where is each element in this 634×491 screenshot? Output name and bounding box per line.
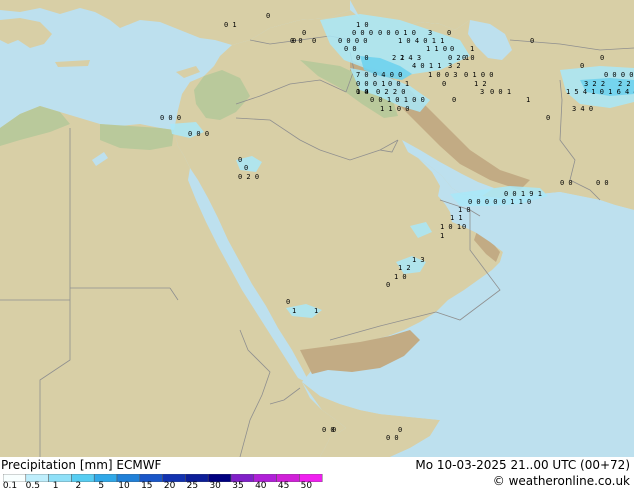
station-value: 1 0 (458, 206, 471, 214)
station-value: 1 (440, 232, 444, 240)
station-value: 0 4 (356, 88, 369, 96)
station-value: 0 (447, 29, 451, 37)
station-value: 1 2 (474, 80, 487, 88)
station-value: 2 2 (618, 80, 631, 88)
station-value: 1 1 (450, 214, 463, 222)
station-value: 7 0 0 4 0 0 (356, 71, 402, 79)
station-value: 0 (442, 80, 446, 88)
station-value: 1 2 (398, 264, 411, 272)
station-value: 0 0 (596, 179, 609, 187)
station-value: 0 0 0 (352, 29, 373, 37)
station-value: 0 (244, 164, 248, 172)
station-value: 0 0 (462, 54, 475, 62)
credit-link[interactable]: © weatheronline.co.uk (493, 474, 630, 488)
station-value: 3 (428, 29, 432, 37)
station-value: 0 0 (356, 54, 369, 62)
station-value: 3 2 (448, 62, 461, 70)
station-value: 1 0 1 (440, 223, 461, 231)
station-value: 0 (332, 426, 336, 434)
station-value: 0 (530, 37, 534, 45)
station-value: 0 0 1 (490, 88, 511, 96)
footer-bar: Precipitation [mm] ECMWF Mo 10-03-2025 2… (0, 457, 634, 491)
station-value: 0 (312, 37, 316, 45)
station-value: 1 1 0 (426, 45, 447, 53)
station-value: 0 0 0 1 (356, 80, 386, 88)
station-value: 0 2 0 (238, 173, 259, 181)
station-value: 0 (452, 96, 456, 104)
station-value: 0 (238, 156, 242, 164)
station-value: 0 (286, 298, 290, 306)
station-value: 0 2 2 0 (376, 88, 406, 96)
station-value: 1 (526, 96, 530, 104)
station-value: 1 (470, 45, 474, 53)
station-value: 0 (386, 281, 390, 289)
precipitation-map[interactable]: 0 101 00 0 00 0 0 1 0300 000 0 0 01 0 4 … (0, 0, 634, 457)
station-value: 1 0 (394, 273, 407, 281)
station-value: 0 (450, 45, 454, 53)
station-value: 1 0 (356, 21, 369, 29)
station-value: 1 0 0 3 (428, 71, 458, 79)
station-value: 3 4 0 (572, 105, 593, 113)
station-value: 0 0 (386, 434, 399, 442)
station-value: 1 0 4 0 1 1 (398, 37, 444, 45)
station-value: 0 (302, 29, 306, 37)
station-value: 0 (398, 426, 402, 434)
map-title: Precipitation [mm] ECMWF (1, 458, 162, 472)
station-value: 1 3 (412, 256, 425, 264)
station-value: 0 (292, 37, 296, 45)
station-value: 1 (292, 307, 296, 315)
station-value: 0 (266, 12, 270, 20)
valid-time: Mo 10-03-2025 21..00 UTC (00+72) (415, 458, 630, 472)
station-value: 0 0 1 (388, 80, 409, 88)
station-value: 1 (314, 307, 318, 315)
station-value: 0 0 (344, 45, 357, 53)
station-value: 1 5 4 1 0 1 6 4 4 8 2 (566, 88, 634, 96)
station-value: 2 4 3 (400, 54, 421, 62)
station-value: 0 (462, 223, 466, 231)
station-value: 3 2 2 (584, 80, 605, 88)
station-value: 0 0 0 (188, 130, 209, 138)
station-value: 0 0 (560, 179, 573, 187)
station-value: 0 0 0 0 0 1 1 0 (468, 198, 531, 206)
station-value: 0 0 1 0 1 0 0 (370, 96, 425, 104)
station-value: 0 0 0 0 1 (604, 71, 634, 79)
station-value: 0 0 0 1 0 (378, 29, 416, 37)
station-value: 0 (600, 54, 604, 62)
station-value: 0 (580, 62, 584, 70)
station-value: 0 (546, 114, 550, 122)
station-value: 1 1 0 0 (380, 105, 410, 113)
map-canvas: 0 101 00 0 00 0 0 1 0 3 00 000 0 0 01 0 4 … (0, 0, 634, 457)
station-value: 4 0 1 1 (412, 62, 442, 70)
station-value: 3 (480, 88, 484, 96)
station-value: 0 1 (224, 21, 237, 29)
station-value: 0 0 0 (160, 114, 181, 122)
station-value: 0 1 0 0 (464, 71, 494, 79)
station-value: 0 0 0 0 (338, 37, 368, 45)
station-value: 0 0 1 9 1 (504, 190, 542, 198)
